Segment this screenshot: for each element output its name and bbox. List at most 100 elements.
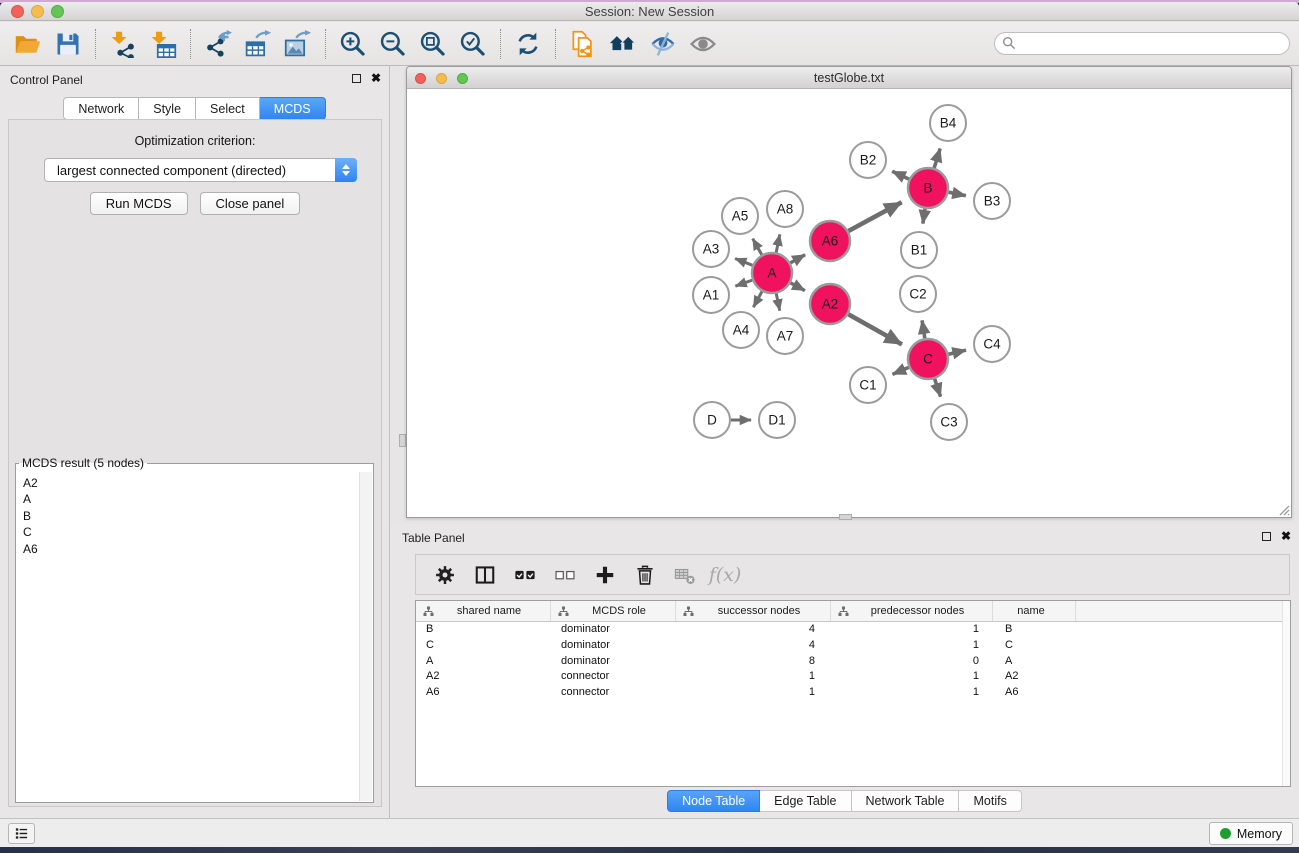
table-float-panel-icon[interactable] (1262, 532, 1271, 541)
node-D1[interactable]: D1 (759, 402, 795, 438)
zoom-in-button[interactable] (333, 26, 373, 62)
run-mcds-button[interactable]: Run MCDS (90, 192, 188, 215)
table-cell[interactable]: dominator (551, 638, 676, 654)
node-C3[interactable]: C3 (931, 404, 967, 440)
task-history-button[interactable] (8, 823, 35, 844)
tab-edge-table[interactable]: Edge Table (760, 790, 851, 812)
edge-C-C1[interactable] (892, 367, 908, 374)
table-row[interactable]: A6connector11A6 (416, 685, 1290, 701)
column-header-successor-nodes[interactable]: successor nodes (676, 601, 831, 621)
edge-B-B4[interactable] (934, 149, 940, 168)
settings-gear-button[interactable] (428, 558, 462, 592)
table-cell[interactable]: dominator (551, 622, 676, 638)
table-cell[interactable]: 4 (676, 622, 831, 638)
edge-C-C3[interactable] (935, 379, 941, 397)
node-B1[interactable]: B1 (901, 232, 937, 268)
column-header-MCDS-role[interactable]: MCDS role (551, 601, 676, 621)
network-window-titlebar[interactable]: testGlobe.txt (407, 67, 1291, 89)
node-A2[interactable]: A2 (810, 284, 850, 324)
tab-mcds[interactable]: MCDS (260, 97, 326, 120)
table-cell[interactable]: B (416, 622, 551, 638)
table-cell[interactable]: 4 (676, 638, 831, 654)
tab-network-table[interactable]: Network Table (852, 790, 960, 812)
node-B2[interactable]: B2 (850, 142, 886, 178)
close-panel-icon[interactable]: ✖ (371, 73, 381, 84)
add-column-button[interactable] (588, 558, 622, 592)
result-list-item[interactable]: A2 (23, 475, 359, 491)
close-panel-button[interactable]: Close panel (200, 192, 301, 215)
node-A8[interactable]: A8 (767, 191, 803, 227)
import-table-button[interactable] (143, 26, 183, 62)
table-cell[interactable]: 1 (676, 669, 831, 685)
save-session-button[interactable] (48, 26, 88, 62)
table-cell[interactable]: 8 (676, 654, 831, 670)
edge-B-B3[interactable] (949, 192, 966, 196)
table-cell[interactable]: connector (551, 685, 676, 701)
table-cell[interactable]: A6 (416, 685, 551, 701)
table-cell[interactable]: dominator (551, 654, 676, 670)
edge-A-A4[interactable] (753, 291, 762, 307)
table-cell[interactable]: 1 (676, 685, 831, 701)
select-all-button[interactable] (508, 558, 542, 592)
float-panel-icon[interactable] (352, 74, 361, 83)
table-cell[interactable]: A2 (416, 669, 551, 685)
node-A7[interactable]: A7 (767, 318, 803, 354)
result-list-item[interactable]: A (23, 491, 359, 507)
edge-C-C2[interactable] (922, 320, 925, 338)
tab-select[interactable]: Select (196, 97, 260, 120)
node-C[interactable]: C (908, 339, 948, 379)
zoom-out-button[interactable] (373, 26, 413, 62)
table-cell[interactable]: C (993, 638, 1076, 654)
memory-button[interactable]: Memory (1209, 822, 1293, 845)
export-network-button[interactable] (198, 26, 238, 62)
network-canvas[interactable]: AA1A2A3A4A5A6A7A8BB1B2B3B4CC1C2C3C4DD1 (407, 89, 1291, 517)
show-details-button[interactable] (683, 26, 723, 62)
export-image-button[interactable] (278, 26, 318, 62)
table-cell[interactable]: C (416, 638, 551, 654)
home-layout-button[interactable] (603, 26, 643, 62)
criterion-select[interactable]: largest connected component (directed) (44, 158, 357, 182)
column-header-predecessor-nodes[interactable]: predecessor nodes (831, 601, 993, 621)
edge-A-A3[interactable] (735, 258, 752, 265)
open-session-button[interactable] (8, 26, 48, 62)
zoom-selected-button[interactable] (453, 26, 493, 62)
edge-B-B1[interactable] (923, 209, 925, 224)
table-cell[interactable]: A2 (993, 669, 1076, 685)
vertical-splitter-handle[interactable] (399, 434, 406, 447)
horizontal-splitter-handle[interactable] (839, 514, 852, 520)
node-A6[interactable]: A6 (810, 221, 850, 261)
table-cell[interactable]: B (993, 622, 1076, 638)
table-cell[interactable]: 1 (831, 638, 993, 654)
table-row[interactable]: Bdominator41B (416, 622, 1290, 638)
tab-node-table[interactable]: Node Table (667, 790, 760, 812)
table-cell[interactable]: 1 (831, 669, 993, 685)
edge-A-A7[interactable] (776, 294, 780, 311)
import-network-button[interactable] (103, 26, 143, 62)
deselect-all-button[interactable] (548, 558, 582, 592)
edge-A-A1[interactable] (735, 280, 752, 286)
edge-A-A2[interactable] (791, 283, 805, 291)
table-cell[interactable]: A6 (993, 685, 1076, 701)
node-B3[interactable]: B3 (974, 183, 1010, 219)
tab-motifs[interactable]: Motifs (959, 790, 1021, 812)
edge-A-A6[interactable] (790, 255, 805, 263)
result-list-item[interactable]: C (23, 524, 359, 540)
node-A3[interactable]: A3 (693, 231, 729, 267)
zoom-fit-button[interactable] (413, 26, 453, 62)
node-B4[interactable]: B4 (930, 105, 966, 141)
table-cell[interactable]: 1 (831, 622, 993, 638)
window-resize-grip[interactable] (1276, 502, 1290, 516)
result-list-scrollbar[interactable] (359, 472, 372, 801)
column-header-shared-name[interactable]: shared name (416, 601, 551, 621)
node-C1[interactable]: C1 (850, 367, 886, 403)
duplicate-network-button[interactable] (563, 26, 603, 62)
tab-style[interactable]: Style (139, 97, 196, 120)
delete-column-button[interactable] (628, 558, 662, 592)
search-input[interactable] (994, 32, 1290, 55)
node-C2[interactable]: C2 (900, 276, 936, 312)
result-list-item[interactable]: A6 (23, 541, 359, 557)
column-header-name[interactable]: name (993, 601, 1076, 621)
node-A1[interactable]: A1 (693, 277, 729, 313)
edge-A2-C[interactable] (848, 314, 902, 344)
tab-network[interactable]: Network (63, 97, 139, 120)
